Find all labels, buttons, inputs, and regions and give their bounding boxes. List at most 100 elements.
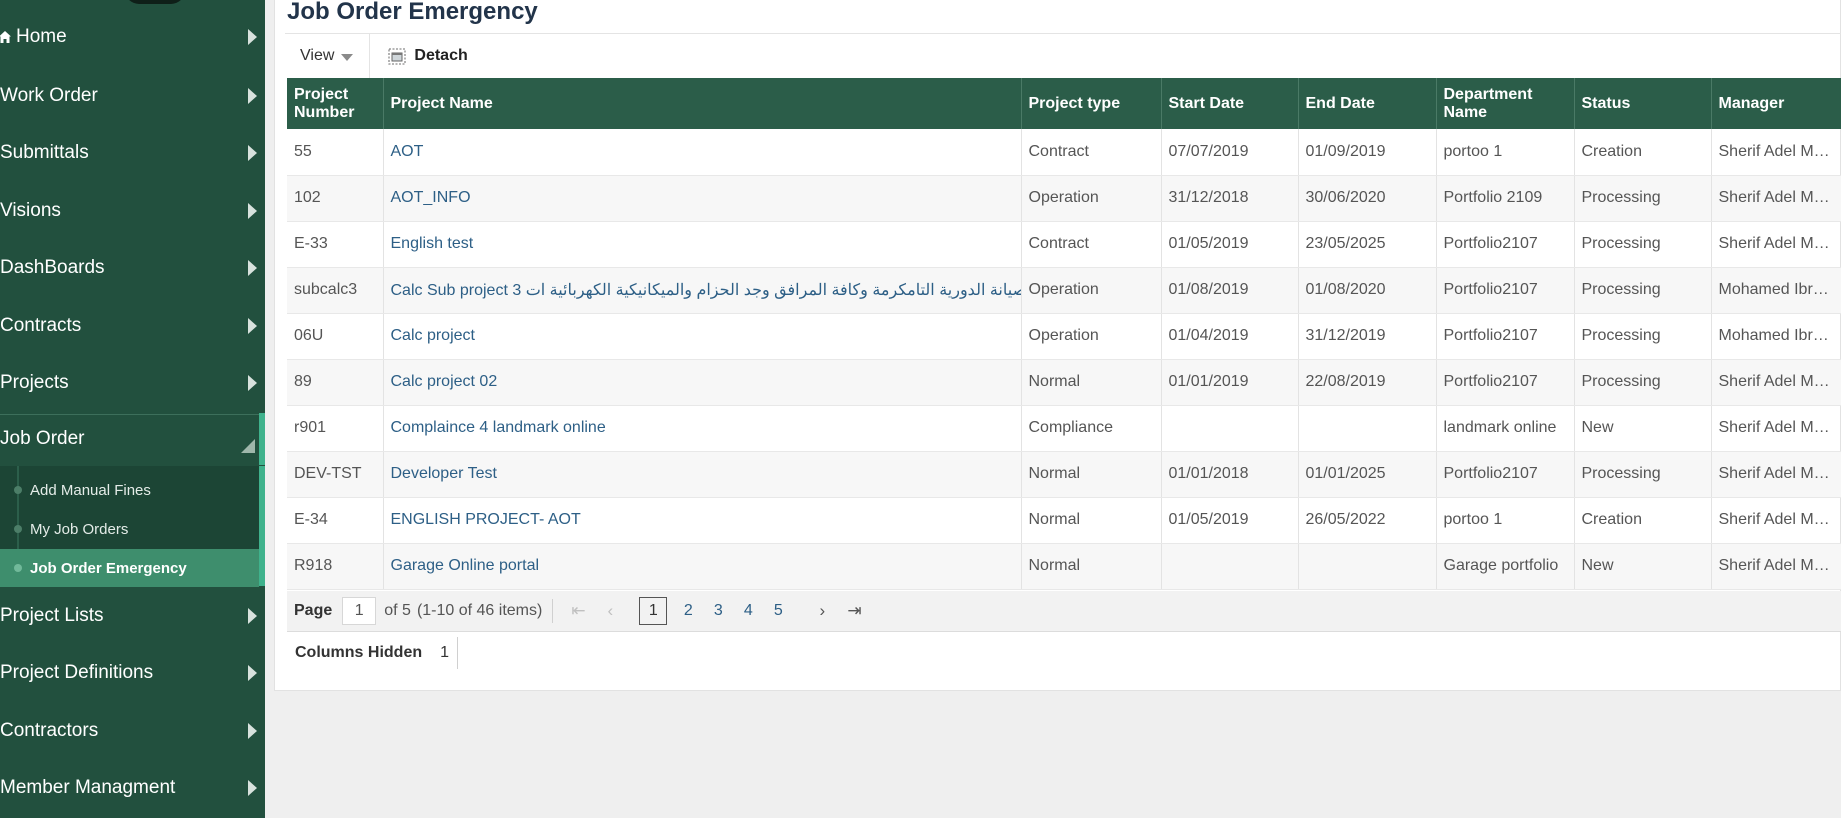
table-row[interactable]: 102 AOT_INFO Operation 31/12/2018 30/06/… (287, 175, 1841, 222)
sidebar-item-contractors[interactable]: Contractors (0, 705, 265, 757)
cell-project-name-link[interactable]: ENGLISH PROJECT- AOT (383, 497, 1022, 544)
table-row[interactable]: DEV-TST Developer Test Normal 01/01/2018… (287, 451, 1841, 498)
column-header-status[interactable]: Status (1574, 78, 1712, 129)
detach-icon (388, 47, 407, 65)
cell-project-number: DEV-TST (287, 451, 384, 498)
cell-project-type: Contract (1021, 129, 1162, 176)
sidebar-item-label: Member Managment (0, 777, 176, 798)
page-button-4[interactable]: 4 (739, 602, 757, 620)
sidebar-item-project-lists[interactable]: Project Lists (0, 590, 265, 642)
detach-button[interactable]: Detach (388, 47, 468, 65)
cell-end-date: 31/12/2019 (1298, 313, 1437, 360)
submenu-item-my-job-orders[interactable]: My Job Orders (0, 510, 259, 548)
sidebar-item-label: Contractors (0, 720, 99, 741)
cell-start-date: 07/07/2019 (1161, 129, 1299, 176)
page-button-2[interactable]: 2 (679, 602, 697, 620)
table-row[interactable]: E-33 English test Contract 01/05/2019 23… (287, 221, 1841, 268)
bullet-icon (14, 525, 22, 533)
sidebar-item-work-order[interactable]: Work Order (0, 70, 265, 122)
cell-manager: Sherif Adel Ma... (1711, 451, 1841, 498)
page-button-5[interactable]: 5 (769, 602, 787, 620)
cell-end-date: 30/06/2020 (1298, 175, 1437, 222)
page-button-1[interactable]: 1 (639, 597, 668, 625)
sidebar-item-label: Submittals (0, 142, 89, 163)
chevron-right-icon (248, 203, 257, 219)
cell-department-name: Portfolio 2109 (1436, 175, 1575, 222)
table-row[interactable]: 55 AOT Contract 07/07/2019 01/09/2019 po… (287, 129, 1841, 176)
sidebar-item-member-managment[interactable]: Member Managment (0, 762, 265, 814)
chevron-right-icon (248, 375, 257, 391)
page-title: Job Order Emergency (287, 0, 538, 25)
table-row[interactable]: r901 Complaince 4 landmark online Compli… (287, 405, 1841, 452)
sidebar-item-project-definitions[interactable]: Project Definitions (0, 647, 265, 699)
column-header-end-date[interactable]: End Date (1298, 78, 1437, 129)
page-number-input[interactable] (342, 597, 377, 625)
cell-status: Processing (1574, 267, 1712, 314)
column-header-start-date[interactable]: Start Date (1161, 78, 1299, 129)
cell-project-number: E-34 (287, 497, 384, 544)
columns-hidden-status: Columns Hidden 1 (287, 633, 459, 673)
cell-project-type: Normal (1021, 451, 1162, 498)
column-header-manager[interactable]: Manager (1711, 78, 1841, 129)
cell-manager: Mohamed Ibra... (1711, 313, 1841, 360)
column-header-project-name[interactable]: Project Name (383, 78, 1022, 129)
cell-start-date: 01/01/2018 (1161, 451, 1299, 498)
cell-start-date: 01/05/2019 (1161, 221, 1299, 268)
columns-hidden-label: Columns Hidden (295, 644, 423, 661)
cell-project-name-link[interactable]: Calc project (383, 313, 1022, 360)
submenu-item-job-order-emergency[interactable]: Job Order Emergency (0, 549, 259, 587)
sidebar-item-home[interactable]: Home (0, 11, 265, 63)
next-page-icon[interactable]: › (815, 601, 829, 621)
cell-project-name-link[interactable]: AOT_INFO (383, 175, 1022, 222)
submenu-item-add-manual-fines[interactable]: Add Manual Fines (0, 471, 259, 509)
table-row[interactable]: 89 Calc project 02 Normal 01/01/2019 22/… (287, 359, 1841, 406)
job-order-submenu: Add Manual Fines My Job Orders Job Order… (0, 466, 265, 587)
cell-project-name-link[interactable]: Calc Sub project 3 أعمال الطاقة و الصيان… (383, 267, 1022, 314)
previous-page-icon[interactable]: ‹ (603, 601, 617, 621)
table-row[interactable]: E-34 ENGLISH PROJECT- AOT Normal 01/05/2… (287, 497, 1841, 544)
logo-fragment (125, 0, 185, 4)
column-header-department-name[interactable]: Department Name (1436, 78, 1575, 129)
last-page-icon[interactable]: ⇥ (847, 601, 861, 621)
cell-project-name-link[interactable]: English test (383, 221, 1022, 268)
cell-start-date (1161, 405, 1299, 452)
sidebar-item-submittals[interactable]: Submittals (0, 127, 265, 179)
pagination-bar: Page of 5 (1-10 of 46 items) ⇤ ‹ 1 2 3 4… (287, 591, 1841, 632)
cell-project-name-link[interactable]: AOT (383, 129, 1022, 176)
cell-manager: Sherif Adel Ma... (1711, 129, 1841, 176)
table-row[interactable]: R918 Garage Online portal Normal Garage … (287, 543, 1841, 590)
sidebar-item-projects[interactable]: Projects (0, 357, 265, 409)
cell-start-date (1161, 543, 1299, 590)
sidebar-item-dashboards[interactable]: DashBoards (0, 242, 265, 294)
cell-end-date: 01/09/2019 (1298, 129, 1437, 176)
column-header-project-number[interactable]: Project Number (287, 78, 384, 129)
items-range-text: (1-10 of 46 items) (416, 602, 543, 619)
cell-project-name-link[interactable]: Developer Test (383, 451, 1022, 498)
sidebar-item-contracts[interactable]: Contracts (0, 300, 265, 352)
cell-department-name: portoo 1 (1436, 129, 1575, 176)
table-row[interactable]: subcalc3 Calc Sub project 3 أعمال الطاقة… (287, 267, 1841, 314)
submenu-item-label: My Job Orders (30, 520, 129, 538)
column-header-project-type[interactable]: Project type (1021, 78, 1162, 129)
cell-project-name-link[interactable]: Complaince 4 landmark online (383, 405, 1022, 452)
sidebar-item-label: Job Order (0, 428, 85, 449)
table-row[interactable]: 06U Calc project Operation 01/04/2019 31… (287, 313, 1841, 360)
cell-department-name: Portfolio2107 (1436, 267, 1575, 314)
sidebar: Home Work Order Submittals Visions DashB… (0, 0, 265, 818)
submenu-item-label: Job Order Emergency (30, 559, 187, 577)
cell-project-name-link[interactable]: Calc project 02 (383, 359, 1022, 406)
cell-end-date: 01/01/2025 (1298, 451, 1437, 498)
sidebar-item-job-order[interactable]: Job Order (0, 413, 265, 465)
first-page-icon[interactable]: ⇤ (571, 601, 585, 621)
cell-end-date: 22/08/2019 (1298, 359, 1437, 406)
detach-label: Detach (414, 47, 468, 64)
chevron-right-icon (248, 318, 257, 334)
sidebar-item-visions[interactable]: Visions (0, 185, 265, 237)
page-button-3[interactable]: 3 (709, 602, 727, 620)
sidebar-item-label: Contracts (0, 315, 82, 336)
cell-project-name-link[interactable]: Garage Online portal (383, 543, 1022, 590)
table-header-row: Project Number Project Name Project type… (287, 78, 1841, 129)
sidebar-item-label: DashBoards (0, 257, 105, 278)
view-menu-button[interactable]: View (285, 33, 371, 79)
cell-project-number: 102 (287, 175, 384, 222)
